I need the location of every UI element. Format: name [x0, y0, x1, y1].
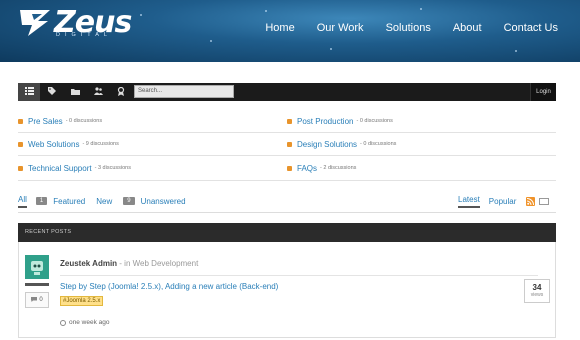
badge-icon [117, 86, 125, 98]
avatar[interactable] [25, 255, 49, 279]
search-input[interactable]: Search... [134, 85, 234, 98]
divider [18, 132, 556, 133]
sort-options: Latest Popular [458, 194, 550, 208]
post-meta: Zeustek Admin - in Web Development [60, 259, 198, 268]
views-label: views [530, 292, 544, 298]
category-bullet-icon [18, 165, 23, 171]
category-bullet-icon [287, 165, 292, 171]
star-decoration [330, 48, 332, 50]
email-icon[interactable] [539, 197, 550, 205]
featured-count-badge: 1 [35, 197, 48, 205]
recent-posts-heading: RECENT POSTS [18, 223, 556, 242]
category-bullet-icon [287, 141, 292, 147]
star-decoration [140, 14, 142, 16]
login-button[interactable]: Login [530, 83, 556, 101]
star-decoration [265, 10, 267, 12]
forum-toolbar: Search... Login [18, 83, 556, 101]
site-logo[interactable]: Zeus [18, 8, 132, 48]
category-link-post-production[interactable]: Post Production [297, 117, 353, 126]
site-header: Zeus DIGITAL Home Our Work Solutions Abo… [0, 0, 580, 62]
category-link-technical-support[interactable]: Technical Support [28, 164, 92, 173]
reply-count: 0 [25, 292, 49, 308]
badges-button[interactable] [110, 83, 132, 101]
category-count: - 2 discussions [320, 165, 357, 171]
post-author[interactable]: Zeustek Admin [60, 259, 117, 268]
star-decoration [420, 8, 422, 10]
post-list-item: 0 Zeustek Admin - in Web Development Ste… [18, 242, 556, 338]
logo-subtitle: DIGITAL [56, 32, 112, 38]
category-item: Design Solutions - 0 discussions [287, 137, 396, 151]
post-category[interactable]: Web Development [133, 259, 199, 268]
nav-contact-us[interactable]: Contact Us [504, 22, 558, 34]
filter-new[interactable]: New [96, 197, 112, 206]
views-count: 34 [532, 283, 542, 292]
divider [18, 155, 556, 156]
category-link-faqs[interactable]: FAQs [297, 164, 317, 173]
rss-icon[interactable] [526, 196, 536, 206]
category-link-pre-sales[interactable]: Pre Sales [28, 117, 63, 126]
divider [60, 275, 538, 276]
category-count: - 0 discussions [360, 141, 397, 147]
category-link-web-solutions[interactable]: Web Solutions [28, 140, 79, 149]
post-timestamp: one week ago [69, 319, 110, 326]
category-count: - 0 discussions [65, 118, 103, 124]
users-icon [93, 87, 103, 97]
category-item: Post Production - 0 discussions [287, 114, 393, 128]
post-time: one week ago [60, 319, 109, 326]
category-item: Pre Sales - 0 discussions [18, 114, 102, 128]
unanswered-count-badge: 9 [123, 197, 135, 205]
reply-icon [31, 296, 38, 304]
category-count: - 3 discussions [94, 165, 131, 171]
sort-popular[interactable]: Popular [489, 197, 517, 206]
star-decoration [210, 40, 212, 42]
clock-icon [60, 319, 66, 326]
views-counter: 34 views [524, 279, 550, 303]
list-view-button[interactable] [18, 83, 40, 101]
star-decoration [515, 50, 517, 52]
users-button[interactable] [87, 83, 109, 101]
divider [18, 180, 556, 181]
discussion-filters: All 1 Featured New 9 Unanswered [18, 194, 197, 208]
nav-solutions[interactable]: Solutions [386, 22, 431, 34]
category-link-design-solutions[interactable]: Design Solutions [297, 140, 357, 149]
zeus-logo-icon [18, 8, 52, 38]
categories-button[interactable] [64, 83, 86, 101]
nav-home[interactable]: Home [265, 22, 294, 34]
filter-unanswered[interactable]: Unanswered [141, 197, 186, 206]
category-count: - 9 discussions [82, 141, 119, 147]
category-item: Technical Support - 3 discussions [18, 161, 131, 175]
category-bullet-icon [18, 118, 23, 124]
category-bullet-icon [18, 141, 23, 147]
sort-latest[interactable]: Latest [458, 195, 480, 208]
divider [18, 212, 556, 213]
avatar-rank-bar [25, 283, 49, 286]
nav-about[interactable]: About [453, 22, 482, 34]
category-item: FAQs - 2 discussions [287, 161, 356, 175]
tag-icon [48, 87, 56, 97]
tags-button[interactable] [41, 83, 63, 101]
category-bullet-icon [287, 118, 292, 124]
filter-all[interactable]: All [18, 195, 27, 208]
post-title-link[interactable]: Step by Step (Joomla! 2.5.x), Adding a n… [60, 282, 278, 291]
filter-featured[interactable]: Featured [53, 197, 85, 206]
category-count: - 0 discussions [356, 118, 393, 124]
main-nav: Home Our Work Solutions About Contact Us [265, 22, 558, 34]
list-icon [24, 87, 34, 97]
post-tag[interactable]: #Joomla 2.5.x [60, 296, 104, 306]
post-in-prefix: - in [119, 259, 131, 268]
folder-icon [70, 88, 80, 97]
nav-our-work[interactable]: Our Work [317, 22, 364, 34]
reply-count-value: 0 [39, 297, 43, 303]
category-item: Web Solutions - 9 discussions [18, 137, 119, 151]
